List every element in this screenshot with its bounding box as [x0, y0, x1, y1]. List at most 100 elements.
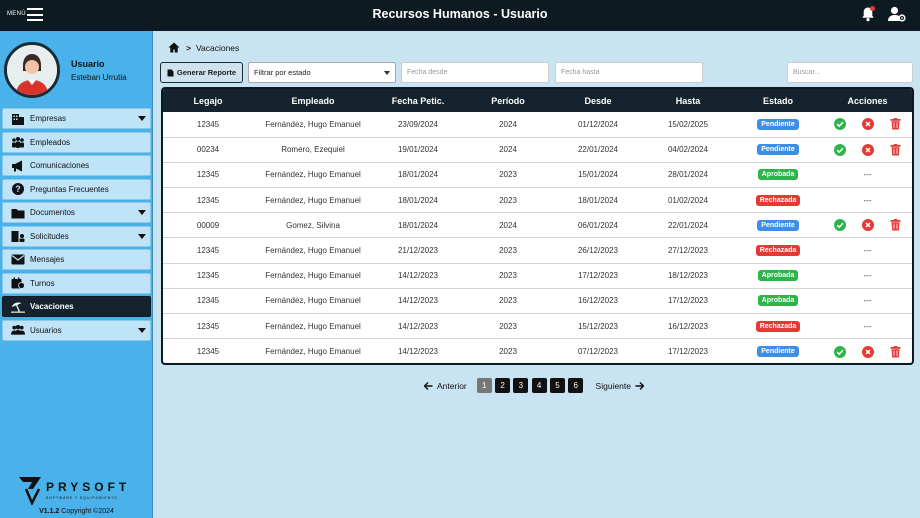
status-badge: Aprobada	[757, 295, 799, 307]
prev-page-link[interactable]: Anterior	[424, 381, 467, 391]
approve-icon[interactable]	[834, 219, 846, 232]
copyright-text: Copyright ©2024	[61, 508, 114, 515]
trash-icon[interactable]	[890, 143, 901, 156]
col-hasta[interactable]: Hasta	[643, 89, 733, 112]
cell-empleado: Gomez, Silvina	[253, 212, 373, 239]
arrow-right-icon	[635, 381, 644, 390]
sidebar-item-label: Empresas	[30, 114, 67, 123]
cell-hasta: 04/02/2024	[643, 137, 733, 163]
sidebar-item-label: Comunicaciones	[30, 161, 90, 170]
cell-hasta: 28/01/2024	[643, 162, 733, 189]
approve-icon[interactable]	[834, 345, 846, 358]
cell-hasta: 01/02/2024	[643, 187, 733, 214]
svg-text:PRYSOFT: PRYSOFT	[46, 480, 130, 494]
trash-icon[interactable]	[890, 219, 901, 231]
cell-empleado: Fernández, Hugo Emanuel	[253, 187, 373, 214]
cell-fecha: 14/12/2023	[397, 347, 439, 357]
table-row: 12345 Fernández, Hugo Emanuel 21/12/2023 20…	[163, 237, 912, 264]
cell-fecha: 23/09/2024	[373, 112, 463, 138]
notification-dot	[870, 6, 875, 11]
next-page-link[interactable]: Siguiente	[596, 381, 644, 391]
sidebar-item-vacaciones[interactable]: Vacaciones	[2, 296, 151, 317]
home-icon[interactable]	[168, 42, 180, 53]
cell-estado: Aprobada	[733, 288, 823, 315]
search-input[interactable]: Buscar...	[787, 62, 913, 83]
table-row: 00234 Romero, Ezequiel 19/01/2024 2024 22/01…	[163, 137, 912, 163]
col-fecha-peticion[interactable]: Fecha Petic.	[373, 89, 463, 112]
table-row: 12345 Fernández, Hugo Emanuel 14/12/2023 20…	[163, 288, 912, 315]
megaphone-icon	[11, 160, 25, 172]
sidebar-item-comunicaciones[interactable]: Comunicaciones	[2, 155, 151, 176]
cell-hasta: 16/12/2023	[643, 313, 733, 340]
col-empleado[interactable]: Empleado	[253, 89, 373, 112]
sidebar-item-empresas[interactable]: Empresas	[2, 108, 151, 129]
svg-text:SOFTWARE Y EQUIPAMIENTO: SOFTWARE Y EQUIPAMIENTO	[46, 496, 118, 500]
sidebar-item-documentos[interactable]: Documentos	[2, 202, 151, 223]
cell-acciones: ---	[823, 237, 912, 264]
next-page-label: Siguiente	[595, 380, 631, 391]
page-button[interactable]: 3	[513, 378, 529, 393]
sidebar-item-empleados[interactable]: Empleados	[2, 131, 151, 153]
sidebar: Usuario Esteban Urrutia Empresas Emplead…	[0, 31, 153, 518]
reject-icon[interactable]	[862, 219, 874, 232]
umbrella-beach-icon	[11, 301, 25, 313]
reject-icon[interactable]	[862, 118, 874, 131]
cell-legajo: 12345	[163, 162, 253, 189]
chevron-down-icon	[384, 71, 390, 75]
trash-icon[interactable]	[890, 118, 901, 130]
cell-acciones: ---	[823, 162, 912, 189]
sidebar-item-turnos[interactable]: Turnos	[2, 272, 151, 294]
cell-estado: Rechazada	[733, 187, 823, 214]
page-button[interactable]: 6	[568, 378, 584, 393]
caret-down-icon	[138, 116, 146, 121]
page-button[interactable]: 1	[476, 378, 492, 393]
people-icon	[11, 136, 25, 148]
approve-icon[interactable]	[834, 118, 846, 131]
table-row: 12345 Fernández, Hugo Emanuel 14/12/2023 20…	[163, 263, 912, 289]
breadcrumb-current: Vacaciones	[195, 42, 240, 53]
status-badge: Rechazada	[755, 194, 801, 206]
status-filter-select[interactable]: Filtrar por estado	[248, 62, 396, 83]
status-badge: Aprobada	[757, 169, 799, 181]
page-button[interactable]: 4	[531, 378, 547, 393]
arrow-left-icon	[424, 381, 433, 390]
user-role: Usuario	[71, 59, 105, 69]
cell-fecha: 18/01/2024	[373, 187, 463, 214]
sidebar-item-usuarios[interactable]: Usuarios	[2, 319, 151, 341]
cell-periodo: 2023	[463, 162, 553, 189]
cell-estado: Pendiente	[733, 112, 823, 138]
cell-hasta: 27/12/2023	[643, 237, 733, 264]
cell-periodo: 2023	[463, 313, 553, 340]
document-icon	[167, 69, 174, 76]
page-button[interactable]: 2	[495, 378, 511, 393]
sidebar-item-mensajes[interactable]: Mensajes	[2, 249, 151, 270]
sidebar-item-preguntas-frecuentes[interactable]: ? Preguntas Frecuentes	[2, 178, 151, 200]
app-title: Recursos Humanos - Usuario	[372, 7, 548, 21]
reject-icon[interactable]	[862, 345, 874, 358]
col-desde[interactable]: Desde	[553, 89, 643, 112]
cell-legajo: 12345	[163, 263, 253, 289]
generate-report-button[interactable]: Generar Reporte	[160, 62, 243, 83]
cell-legajo: 12345	[163, 237, 253, 264]
date-from-input[interactable]: Fecha desde	[401, 62, 549, 83]
avatar	[4, 42, 60, 98]
cell-desde: 18/01/2024	[553, 187, 643, 214]
cell-legajo: 12345	[163, 112, 253, 138]
date-to-input[interactable]: Fecha hasta	[555, 62, 703, 83]
chevron-right-icon: >	[186, 42, 191, 53]
cell-fecha: 14/12/2023	[373, 288, 463, 315]
user-gear-icon[interactable]	[888, 6, 906, 22]
cell-desde: 01/12/2024	[553, 112, 643, 138]
col-estado[interactable]: Estado	[733, 89, 823, 112]
trash-icon[interactable]	[890, 345, 901, 358]
sidebar-item-solicitudes[interactable]: Solicitudes	[2, 225, 151, 247]
approve-icon[interactable]	[834, 143, 846, 156]
pagination: Anterior 123456 Siguiente	[424, 378, 644, 393]
col-legajo[interactable]: Legajo	[163, 89, 253, 112]
page-button[interactable]: 5	[549, 378, 565, 393]
generate-report-label: Generar Reporte	[176, 68, 237, 77]
col-periodo[interactable]: Período	[463, 89, 553, 112]
folder-icon	[11, 207, 25, 219]
reject-icon[interactable]	[862, 143, 874, 156]
table-header-row: Legajo Empleado Fecha Petic. Período Des…	[163, 89, 912, 112]
